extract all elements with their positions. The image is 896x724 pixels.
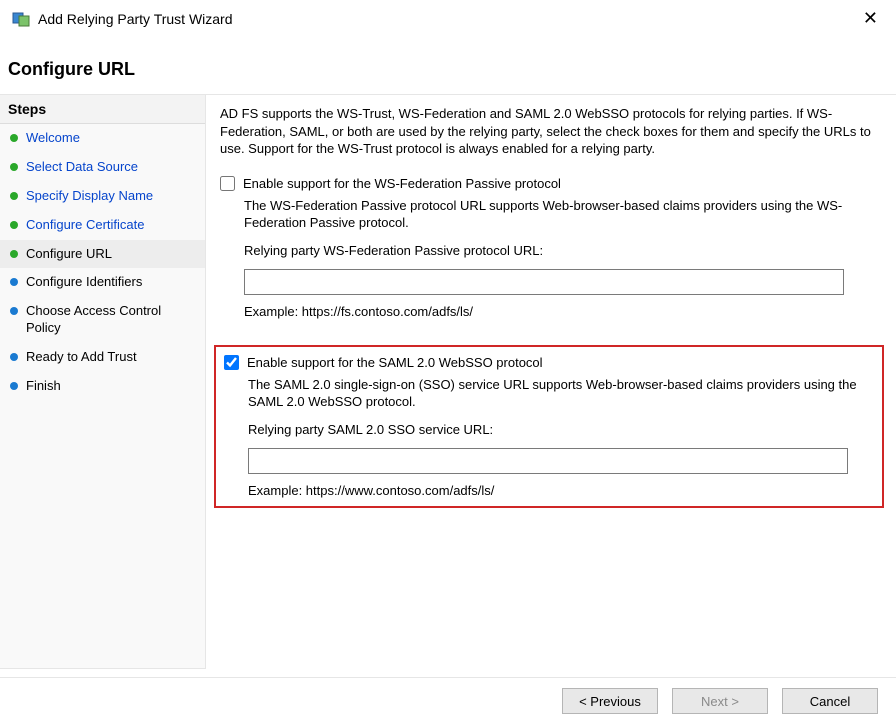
- step-bullet-icon: [10, 382, 18, 390]
- saml-sub: The SAML 2.0 single-sign-on (SSO) servic…: [224, 376, 874, 500]
- previous-button[interactable]: < Previous: [562, 688, 658, 714]
- app-icon: [12, 10, 30, 28]
- wsfed-checkbox-row: Enable support for the WS-Federation Pas…: [220, 176, 878, 191]
- content-pane: AD FS supports the WS-Trust, WS-Federati…: [206, 94, 896, 669]
- step-label: Configure Identifiers: [26, 274, 142, 291]
- titlebar: Add Relying Party Trust Wizard ✕: [0, 0, 896, 35]
- saml-url-label: Relying party SAML 2.0 SSO service URL:: [248, 421, 874, 439]
- wsfed-url-label: Relying party WS-Federation Passive prot…: [244, 242, 878, 260]
- step-label: Specify Display Name: [26, 188, 153, 205]
- step-label: Finish: [26, 378, 61, 395]
- step-label: Configure URL: [26, 246, 112, 263]
- saml-example: Example: https://www.contoso.com/adfs/ls…: [248, 482, 874, 500]
- window-title: Add Relying Party Trust Wizard: [38, 11, 857, 27]
- step-label: Select Data Source: [26, 159, 138, 176]
- saml-desc: The SAML 2.0 single-sign-on (SSO) servic…: [248, 376, 874, 411]
- saml-section: Enable support for the SAML 2.0 WebSSO p…: [214, 345, 884, 508]
- step-bullet-icon: [10, 278, 18, 286]
- step-bullet-icon: [10, 163, 18, 171]
- step-bullet-icon: [10, 221, 18, 229]
- close-icon[interactable]: ✕: [857, 8, 884, 29]
- step-item[interactable]: Choose Access Control Policy: [0, 297, 205, 343]
- step-item[interactable]: Welcome: [0, 124, 205, 153]
- step-bullet-icon: [10, 250, 18, 258]
- step-label: Ready to Add Trust: [26, 349, 137, 366]
- wsfed-checkbox-label[interactable]: Enable support for the WS-Federation Pas…: [243, 176, 561, 191]
- wsfed-sub: The WS-Federation Passive protocol URL s…: [220, 197, 878, 321]
- wsfed-example: Example: https://fs.contoso.com/adfs/ls/: [244, 303, 878, 321]
- step-item[interactable]: Ready to Add Trust: [0, 343, 205, 372]
- step-item[interactable]: Finish: [0, 372, 205, 401]
- step-label: Choose Access Control Policy: [26, 303, 195, 337]
- main-area: Steps Welcome Select Data Source Specify D…: [0, 94, 896, 669]
- saml-checkbox[interactable]: [224, 355, 239, 370]
- footer-buttons: < Previous Next > Cancel: [0, 677, 896, 724]
- cancel-button[interactable]: Cancel: [782, 688, 878, 714]
- step-bullet-icon: [10, 307, 18, 315]
- saml-url-input[interactable]: [248, 448, 848, 474]
- step-item[interactable]: Specify Display Name: [0, 182, 205, 211]
- intro-text: AD FS supports the WS-Trust, WS-Federati…: [220, 105, 878, 158]
- step-bullet-icon: [10, 353, 18, 361]
- step-label: Welcome: [26, 130, 80, 147]
- step-item[interactable]: Configure URL: [0, 240, 205, 269]
- step-item[interactable]: Configure Certificate: [0, 211, 205, 240]
- step-bullet-icon: [10, 192, 18, 200]
- steps-list: Welcome Select Data Source Specify Display…: [0, 124, 205, 401]
- saml-checkbox-row: Enable support for the SAML 2.0 WebSSO p…: [224, 355, 874, 370]
- wsfed-section: Enable support for the WS-Federation Pas…: [220, 172, 878, 331]
- steps-sidebar: Steps Welcome Select Data Source Specify D…: [0, 94, 206, 669]
- step-item[interactable]: Select Data Source: [0, 153, 205, 182]
- saml-checkbox-label[interactable]: Enable support for the SAML 2.0 WebSSO p…: [247, 355, 543, 370]
- wsfed-checkbox[interactable]: [220, 176, 235, 191]
- step-bullet-icon: [10, 134, 18, 142]
- step-item[interactable]: Configure Identifiers: [0, 268, 205, 297]
- step-label: Configure Certificate: [26, 217, 145, 234]
- wsfed-url-input[interactable]: [244, 269, 844, 295]
- next-button[interactable]: Next >: [672, 688, 768, 714]
- steps-header: Steps: [0, 95, 205, 124]
- wsfed-desc: The WS-Federation Passive protocol URL s…: [244, 197, 878, 232]
- page-heading: Configure URL: [0, 35, 896, 94]
